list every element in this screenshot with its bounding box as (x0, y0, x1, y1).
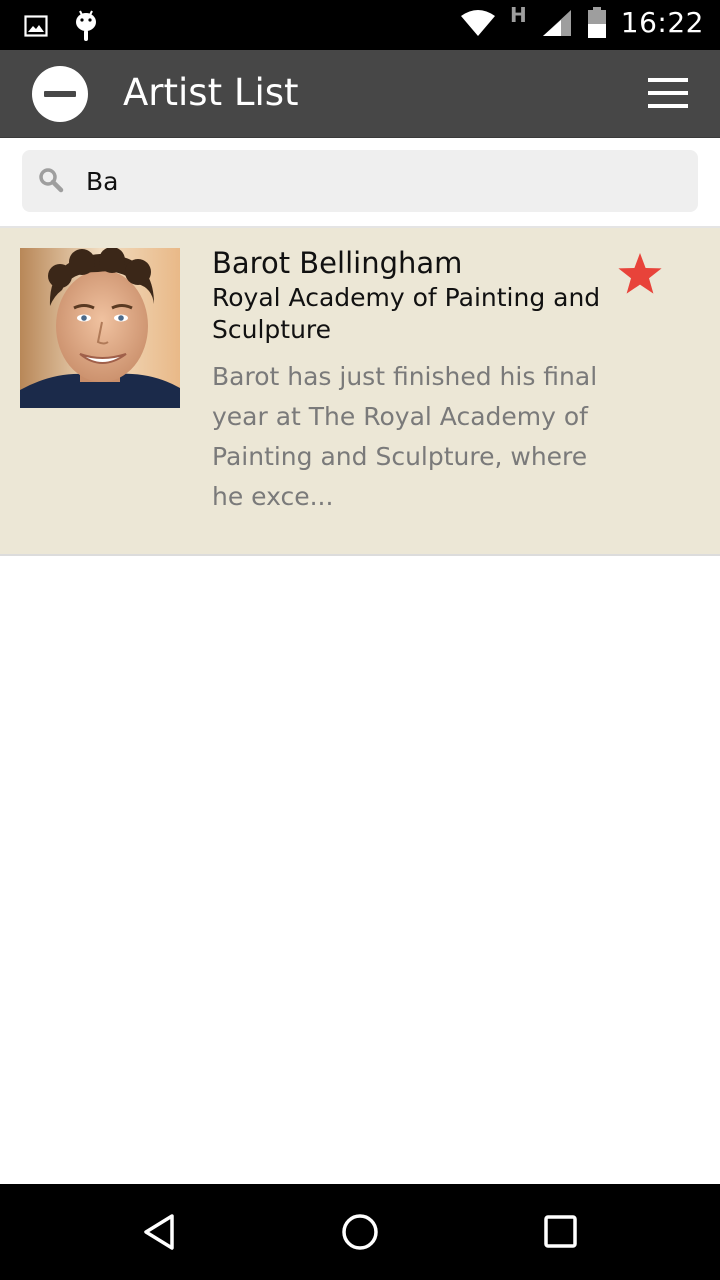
menu-line (648, 104, 688, 108)
avatar-photo (20, 248, 180, 408)
menu-line (648, 78, 688, 82)
search-box[interactable] (22, 150, 698, 212)
status-right-icons: H 16:22 (460, 2, 704, 39)
artist-school: Royal Academy of Painting and Sculpture (212, 283, 601, 344)
artist-info: Barot Bellingham Royal Academy of Painti… (212, 244, 612, 517)
search-area (0, 138, 720, 228)
menu-line (648, 91, 688, 95)
list-item[interactable]: Barot Bellingham Royal Academy of Painti… (0, 228, 720, 556)
back-icon[interactable] (138, 1210, 182, 1254)
search-input[interactable] (86, 158, 676, 204)
home-icon[interactable] (338, 1210, 382, 1254)
search-icon (39, 168, 64, 193)
artist-name: Barot Bellingham (212, 246, 463, 280)
status-time: 16:22 (620, 6, 704, 39)
hamburger-menu-icon[interactable] (648, 78, 688, 108)
remove-circle-icon[interactable] (32, 66, 88, 122)
image-icon (24, 15, 48, 37)
avatar (20, 248, 180, 408)
android-icon (76, 10, 96, 41)
page-title: Artist List (123, 71, 299, 114)
navigation-bar (0, 1184, 720, 1280)
status-bar: H 16:22 (0, 0, 720, 50)
artist-description: Barot has just finished his final year a… (212, 362, 598, 511)
remove-bar (44, 91, 76, 97)
signal-icon (542, 9, 571, 36)
wifi-icon (461, 9, 496, 36)
star-icon[interactable] (616, 250, 664, 298)
recents-icon[interactable] (538, 1210, 582, 1254)
network-type-label: H (510, 2, 527, 27)
app-bar: Artist List (0, 50, 720, 138)
status-left-icons (24, 10, 98, 42)
battery-icon (587, 6, 606, 38)
